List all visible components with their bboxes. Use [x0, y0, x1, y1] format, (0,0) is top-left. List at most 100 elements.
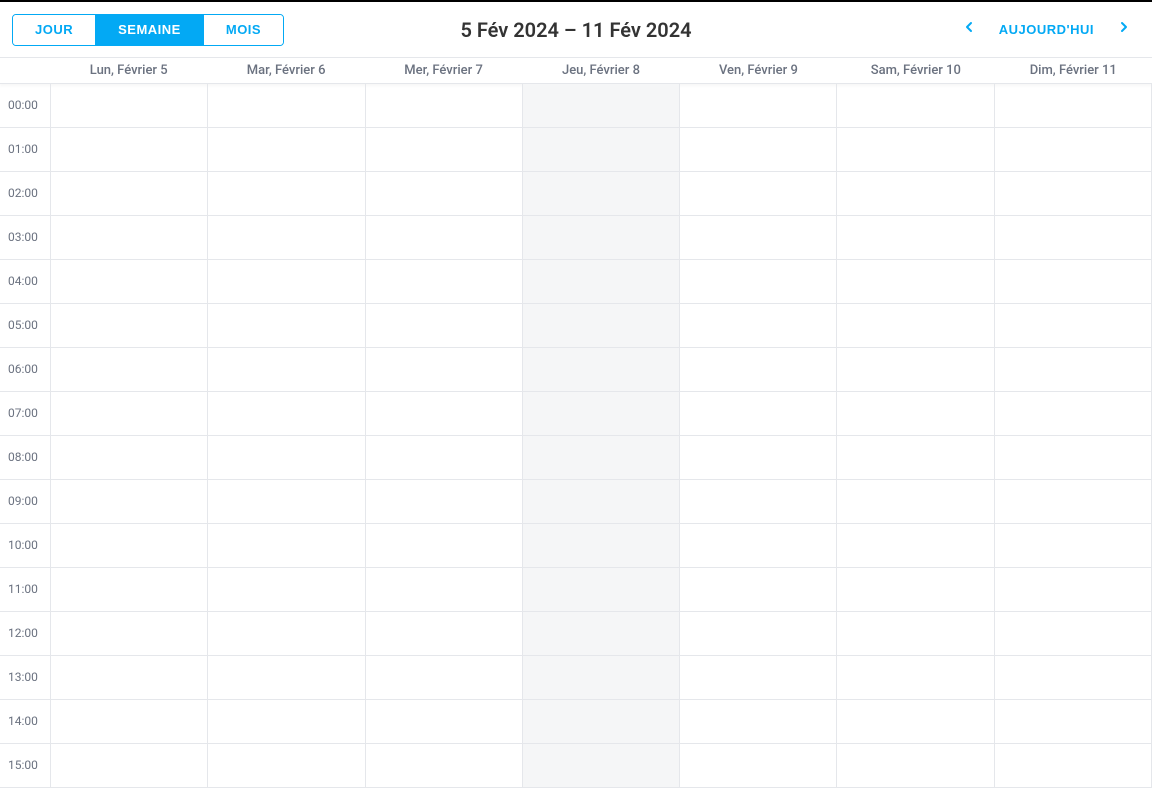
time-cell[interactable] — [995, 568, 1151, 612]
time-cell[interactable] — [208, 172, 364, 216]
time-cell[interactable] — [51, 348, 207, 392]
time-cell[interactable] — [523, 84, 679, 128]
time-cell[interactable] — [680, 568, 836, 612]
time-cell[interactable] — [51, 480, 207, 524]
time-cell[interactable] — [995, 304, 1151, 348]
time-cell[interactable] — [51, 700, 207, 744]
time-cell[interactable] — [208, 612, 364, 656]
time-cell[interactable] — [680, 172, 836, 216]
time-cell[interactable] — [680, 480, 836, 524]
time-cell[interactable] — [366, 128, 522, 172]
time-cell[interactable] — [837, 128, 993, 172]
time-cell[interactable] — [837, 700, 993, 744]
time-cell[interactable] — [523, 480, 679, 524]
time-cell[interactable] — [51, 612, 207, 656]
time-cell[interactable] — [366, 304, 522, 348]
time-cell[interactable] — [995, 436, 1151, 480]
time-cell[interactable] — [680, 260, 836, 304]
time-cell[interactable] — [366, 524, 522, 568]
time-cell[interactable] — [51, 656, 207, 700]
time-cell[interactable] — [995, 84, 1151, 128]
time-cell[interactable] — [51, 128, 207, 172]
time-cell[interactable] — [680, 612, 836, 656]
time-cell[interactable] — [680, 84, 836, 128]
time-cell[interactable] — [208, 260, 364, 304]
time-cell[interactable] — [523, 700, 679, 744]
time-cell[interactable] — [680, 216, 836, 260]
time-cell[interactable] — [523, 128, 679, 172]
time-cell[interactable] — [680, 128, 836, 172]
time-cell[interactable] — [680, 392, 836, 436]
time-cell[interactable] — [366, 216, 522, 260]
time-cell[interactable] — [208, 436, 364, 480]
time-cell[interactable] — [366, 348, 522, 392]
time-cell[interactable] — [366, 656, 522, 700]
time-cell[interactable] — [366, 568, 522, 612]
time-cell[interactable] — [208, 128, 364, 172]
time-cell[interactable] — [51, 172, 207, 216]
time-cell[interactable] — [366, 744, 522, 788]
time-cell[interactable] — [995, 744, 1151, 788]
time-cell[interactable] — [208, 348, 364, 392]
time-cell[interactable] — [51, 84, 207, 128]
time-cell[interactable] — [680, 700, 836, 744]
next-button[interactable] — [1108, 14, 1140, 46]
time-cell[interactable] — [837, 172, 993, 216]
time-cell[interactable] — [208, 568, 364, 612]
day-header[interactable]: Jeu, Février 8 — [522, 63, 679, 78]
time-cell[interactable] — [366, 700, 522, 744]
time-cell[interactable] — [51, 216, 207, 260]
time-cell[interactable] — [51, 568, 207, 612]
time-cell[interactable] — [208, 744, 364, 788]
view-day-button[interactable]: JOUR — [13, 15, 95, 45]
time-cell[interactable] — [51, 392, 207, 436]
time-cell[interactable] — [51, 304, 207, 348]
time-cell[interactable] — [208, 216, 364, 260]
view-week-button[interactable]: SEMAINE — [95, 15, 203, 45]
time-cell[interactable] — [523, 524, 679, 568]
time-cell[interactable] — [837, 436, 993, 480]
time-cell[interactable] — [523, 744, 679, 788]
time-cell[interactable] — [680, 744, 836, 788]
time-cell[interactable] — [51, 436, 207, 480]
time-cell[interactable] — [523, 436, 679, 480]
day-header[interactable]: Mer, Février 7 — [365, 63, 522, 78]
day-header[interactable]: Ven, Février 9 — [680, 63, 837, 78]
time-cell[interactable] — [523, 656, 679, 700]
time-cell[interactable] — [680, 436, 836, 480]
time-cell[interactable] — [523, 260, 679, 304]
time-cell[interactable] — [837, 216, 993, 260]
day-header[interactable]: Mar, Février 6 — [207, 63, 364, 78]
time-cell[interactable] — [208, 524, 364, 568]
time-cell[interactable] — [680, 656, 836, 700]
time-cell[interactable] — [523, 216, 679, 260]
time-cell[interactable] — [837, 568, 993, 612]
today-button[interactable]: AUJOURD'HUI — [989, 14, 1104, 46]
time-cell[interactable] — [523, 612, 679, 656]
time-cell[interactable] — [837, 392, 993, 436]
time-cell[interactable] — [208, 392, 364, 436]
time-cell[interactable] — [995, 480, 1151, 524]
time-cell[interactable] — [837, 524, 993, 568]
time-cell[interactable] — [208, 84, 364, 128]
time-cell[interactable] — [208, 700, 364, 744]
time-grid-scroll[interactable]: 00:0001:0002:0003:0004:0005:0006:0007:00… — [0, 84, 1152, 790]
time-cell[interactable] — [995, 348, 1151, 392]
time-cell[interactable] — [208, 656, 364, 700]
time-cell[interactable] — [837, 348, 993, 392]
time-cell[interactable] — [51, 260, 207, 304]
time-cell[interactable] — [366, 480, 522, 524]
time-cell[interactable] — [995, 216, 1151, 260]
time-cell[interactable] — [366, 260, 522, 304]
day-header[interactable]: Sam, Février 10 — [837, 63, 994, 78]
time-cell[interactable] — [995, 260, 1151, 304]
time-cell[interactable] — [680, 524, 836, 568]
time-cell[interactable] — [995, 392, 1151, 436]
time-cell[interactable] — [995, 612, 1151, 656]
time-cell[interactable] — [366, 84, 522, 128]
view-month-button[interactable]: MOIS — [203, 15, 283, 45]
time-cell[interactable] — [366, 392, 522, 436]
time-cell[interactable] — [837, 304, 993, 348]
time-cell[interactable] — [523, 348, 679, 392]
time-cell[interactable] — [680, 348, 836, 392]
